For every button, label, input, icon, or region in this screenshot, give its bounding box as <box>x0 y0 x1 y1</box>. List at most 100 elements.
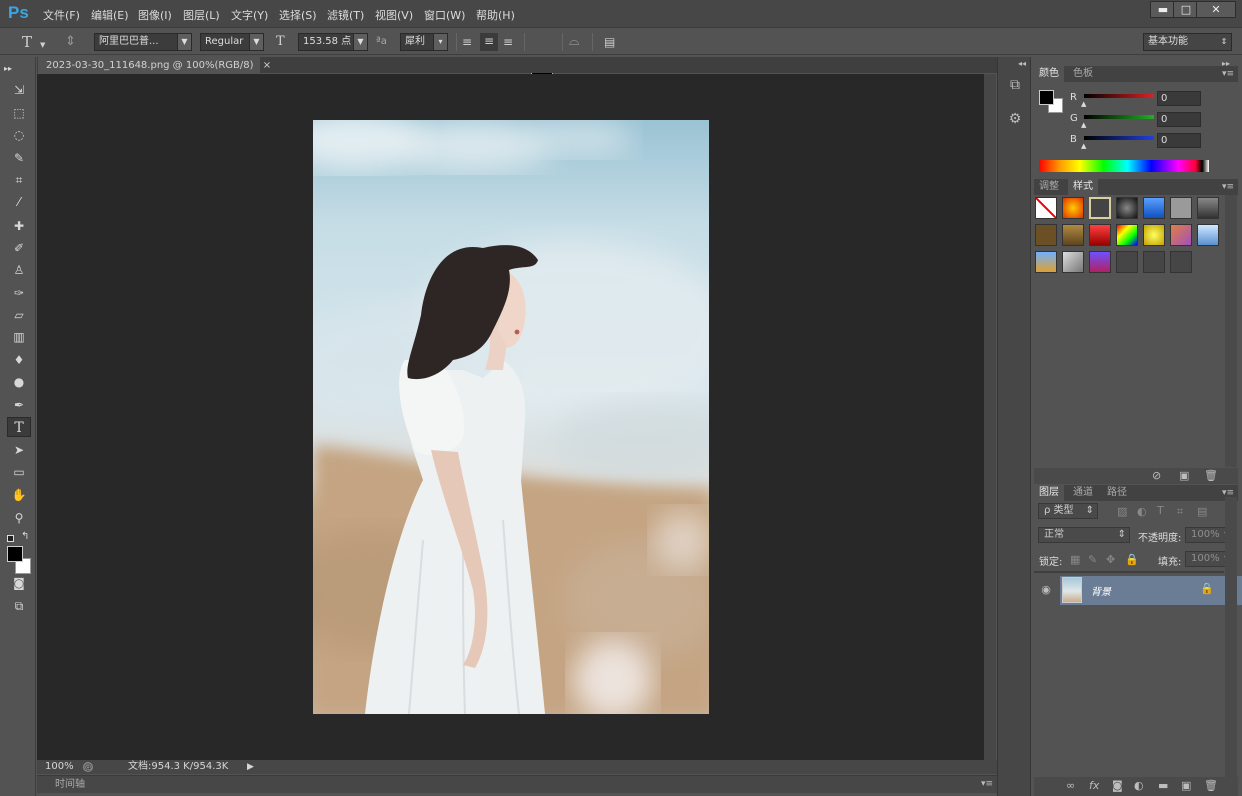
eraser-tool-icon[interactable]: ▱ <box>7 305 31 325</box>
new-style-icon[interactable]: ▣ <box>1179 470 1189 482</box>
adjustment-icon[interactable]: ◐ <box>1134 780 1144 792</box>
color-spectrum-bar[interactable] <box>1039 160 1209 172</box>
tool-preset-arrow-icon[interactable]: ▼ <box>40 37 45 53</box>
blend-mode-select[interactable]: 正常 ⇕ <box>1038 527 1130 543</box>
text-orientation-icon[interactable]: ⇕ <box>65 34 76 50</box>
lock-pixels-icon[interactable]: ✎ <box>1088 554 1097 566</box>
style-swatch-empty[interactable] <box>1116 251 1138 273</box>
style-swatch[interactable] <box>1062 224 1084 246</box>
clone-stamp-tool-icon[interactable]: ♙ <box>7 260 31 280</box>
brush-tool-icon[interactable]: ✐ <box>7 238 31 258</box>
style-swatch[interactable] <box>1116 197 1138 219</box>
rectangle-tool-icon[interactable]: ▭ <box>7 462 31 482</box>
path-selection-tool-icon[interactable]: ➤ <box>7 440 31 460</box>
menu-filter[interactable]: 滤镜(T) <box>327 7 364 23</box>
lock-transparent-icon[interactable]: ▦ <box>1070 554 1080 566</box>
workspace-select[interactable]: 基本功能 ⇕ <box>1143 33 1232 51</box>
type-tool-icon[interactable]: T <box>7 417 31 437</box>
channel-r-value[interactable]: 0 <box>1157 91 1201 106</box>
trash-icon[interactable]: 🗑 <box>1204 780 1218 792</box>
clear-style-icon[interactable]: ⊘ <box>1152 470 1161 482</box>
channel-b-value[interactable]: 0 <box>1157 133 1201 148</box>
tab-adjustments[interactable]: 调整 <box>1034 179 1064 195</box>
style-swatch[interactable] <box>1143 224 1165 246</box>
tab-paths[interactable]: 路径 <box>1102 485 1132 501</box>
vertical-scrollbar[interactable] <box>984 74 996 760</box>
menu-layer[interactable]: 图层(L) <box>183 7 220 23</box>
new-layer-icon[interactable]: ▣ <box>1181 780 1191 792</box>
tab-color[interactable]: 颜色 <box>1034 66 1064 82</box>
eye-icon[interactable]: ◉ <box>1040 584 1052 596</box>
channel-b-slider[interactable] <box>1084 136 1154 140</box>
trash-icon[interactable]: 🗑 <box>1204 470 1218 482</box>
quick-select-tool-icon[interactable]: ✎ <box>7 148 31 168</box>
gradient-tool-icon[interactable]: ▥ <box>7 327 31 347</box>
move-tool-icon[interactable]: ⇲ <box>7 80 31 100</box>
style-swatch[interactable] <box>1170 197 1192 219</box>
font-family-select[interactable]: 阿里巴巴普... ▼ <box>94 33 192 51</box>
status-menu-arrow-icon[interactable]: ▶ <box>247 760 254 774</box>
eyedropper-tool-icon[interactable]: ⁄ <box>7 192 31 212</box>
menu-view[interactable]: 视图(V) <box>375 7 413 23</box>
antialias-select[interactable]: 犀利 ▾ <box>400 33 448 51</box>
filter-shape-icon[interactable]: ⌗ <box>1177 506 1183 518</box>
style-swatch-empty[interactable] <box>1170 251 1192 273</box>
warp-text-icon[interactable]: ⌓ <box>569 34 579 50</box>
lock-all-icon[interactable]: 🔒 <box>1125 554 1139 566</box>
close-button[interactable]: ✕ <box>1196 1 1236 18</box>
history-panel-icon[interactable]: ⧉ <box>1007 78 1023 92</box>
fx-icon[interactable]: fx <box>1089 780 1099 792</box>
filter-adjustment-icon[interactable]: ◐ <box>1137 506 1147 518</box>
channel-g-value[interactable]: 0 <box>1157 112 1201 127</box>
document-image[interactable] <box>313 120 709 714</box>
lasso-tool-icon[interactable]: ◌ <box>7 125 31 145</box>
style-swatch[interactable] <box>1197 224 1219 246</box>
slider-thumb-icon[interactable]: ▲ <box>1081 100 1086 108</box>
layers-scrollbar[interactable] <box>1225 497 1237 777</box>
timeline-label[interactable]: 时间轴 <box>55 776 85 793</box>
zoom-tool-icon[interactable]: ⚲ <box>7 508 31 528</box>
lock-position-icon[interactable]: ✥ <box>1106 554 1115 566</box>
style-none-swatch[interactable] <box>1035 197 1057 219</box>
menu-image[interactable]: 图像(I) <box>138 7 172 23</box>
link-icon[interactable]: ∞ <box>1066 780 1075 792</box>
style-swatch[interactable] <box>1143 197 1165 219</box>
dodge-tool-icon[interactable]: ● <box>7 372 31 392</box>
filter-type-icon[interactable]: T <box>1157 505 1164 517</box>
style-swatch[interactable] <box>1062 197 1084 219</box>
align-left-icon[interactable]: ≡ <box>462 34 472 50</box>
collapse-arrow-icon[interactable]: ◂◂ <box>1018 58 1026 70</box>
layer-filter-select[interactable]: ρ 类型 ⇕ <box>1038 503 1098 519</box>
menu-type[interactable]: 文字(Y) <box>231 7 268 23</box>
menu-help[interactable]: 帮助(H) <box>476 7 515 23</box>
style-swatch[interactable] <box>1089 197 1111 219</box>
screen-mode-icon[interactable]: ⧉ <box>7 596 31 616</box>
panel-menu-icon[interactable]: ▾≡ <box>981 776 993 793</box>
foreground-color-swatch[interactable] <box>7 546 23 562</box>
align-right-icon[interactable]: ≡ <box>503 34 513 50</box>
menu-file[interactable]: 文件(F) <box>43 7 80 23</box>
character-panel-icon[interactable]: ▤ <box>604 34 615 50</box>
filter-smart-icon[interactable]: ▤ <box>1197 506 1207 518</box>
slider-thumb-icon[interactable]: ▲ <box>1081 121 1086 129</box>
close-icon[interactable]: × <box>263 60 271 71</box>
channel-g-slider[interactable] <box>1084 115 1154 119</box>
tab-swatches[interactable]: 色板 <box>1068 66 1098 82</box>
layer-name[interactable]: 背景 <box>1091 583 1111 598</box>
marquee-tool-icon[interactable]: ⬚ <box>7 103 31 123</box>
quick-mask-icon[interactable]: ◙ <box>7 573 31 593</box>
mask-icon[interactable]: ◙ <box>1112 780 1123 792</box>
text-tool-icon[interactable]: T <box>22 34 32 50</box>
status-info-icon[interactable]: @ <box>83 762 93 772</box>
style-swatch[interactable] <box>1035 251 1057 273</box>
healing-brush-tool-icon[interactable]: ✚ <box>7 216 31 236</box>
style-swatch[interactable] <box>1170 224 1192 246</box>
style-swatch[interactable] <box>1116 224 1138 246</box>
tab-layers[interactable]: 图层 <box>1034 485 1064 501</box>
tab-styles[interactable]: 样式 <box>1068 179 1098 195</box>
zoom-level[interactable]: 100% <box>45 760 74 774</box>
filter-pixel-icon[interactable]: ▨ <box>1117 506 1127 518</box>
style-swatch-empty[interactable] <box>1143 251 1165 273</box>
document-tab[interactable]: 2023-03-30_111648.png @ 100%(RGB/8) × <box>38 57 271 74</box>
style-swatch[interactable] <box>1035 224 1057 246</box>
